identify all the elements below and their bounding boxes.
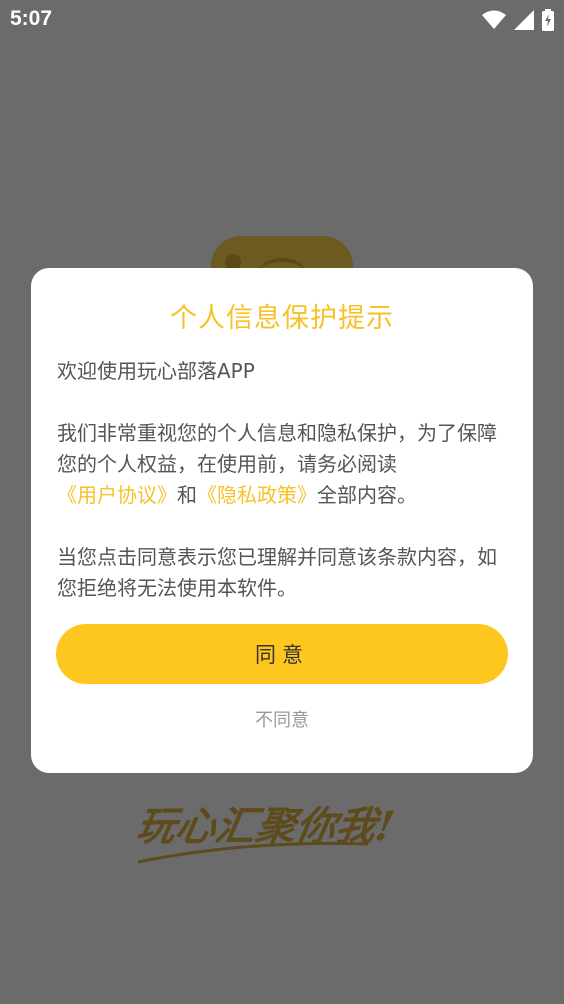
status-bar: 5:07 [0, 0, 564, 38]
privacy-paragraph: 我们非常重视您的个人信息和隐私保护，为了保障您的个人权益，在使用前，请务必阅读《… [57, 418, 509, 511]
status-time: 5:07 [10, 7, 53, 30]
welcome-text: 欢迎使用玩心部落APP [57, 359, 255, 383]
battery-charging-icon [542, 9, 554, 31]
paragraph-text: 我们非常重视您的个人信息和隐私保护，为了保障您的个人权益，在使用前，请务必阅读 [57, 421, 497, 476]
wifi-icon [482, 10, 506, 29]
user-agreement-link[interactable]: 《用户协议》 [57, 483, 177, 507]
dialog-title: 个人信息保护提示 [170, 303, 394, 334]
slogan-image: 玩心汇聚你我! [138, 802, 398, 864]
disagree-button[interactable]: 不同意 [31, 706, 533, 732]
agree-button[interactable]: 同意 [56, 624, 508, 684]
privacy-dialog: 个人信息保护提示 欢迎使用玩心部落APP 我们非常重视您的个人信息和隐私保护，为… [31, 268, 533, 773]
and-text: 和 [177, 483, 197, 507]
paragraph-suffix: 全部内容。 [317, 483, 417, 507]
consent-paragraph: 当您点击同意表示您已理解并同意该条款内容，如您拒绝将无法使用本软件。 [57, 545, 497, 600]
dialog-body: 欢迎使用玩心部落APP 我们非常重视您的个人信息和隐私保护，为了保障您的个人权益… [57, 356, 509, 604]
privacy-policy-link[interactable]: 《隐私政策》 [197, 483, 317, 507]
cellular-signal-icon [514, 10, 534, 30]
status-icons [482, 9, 554, 31]
